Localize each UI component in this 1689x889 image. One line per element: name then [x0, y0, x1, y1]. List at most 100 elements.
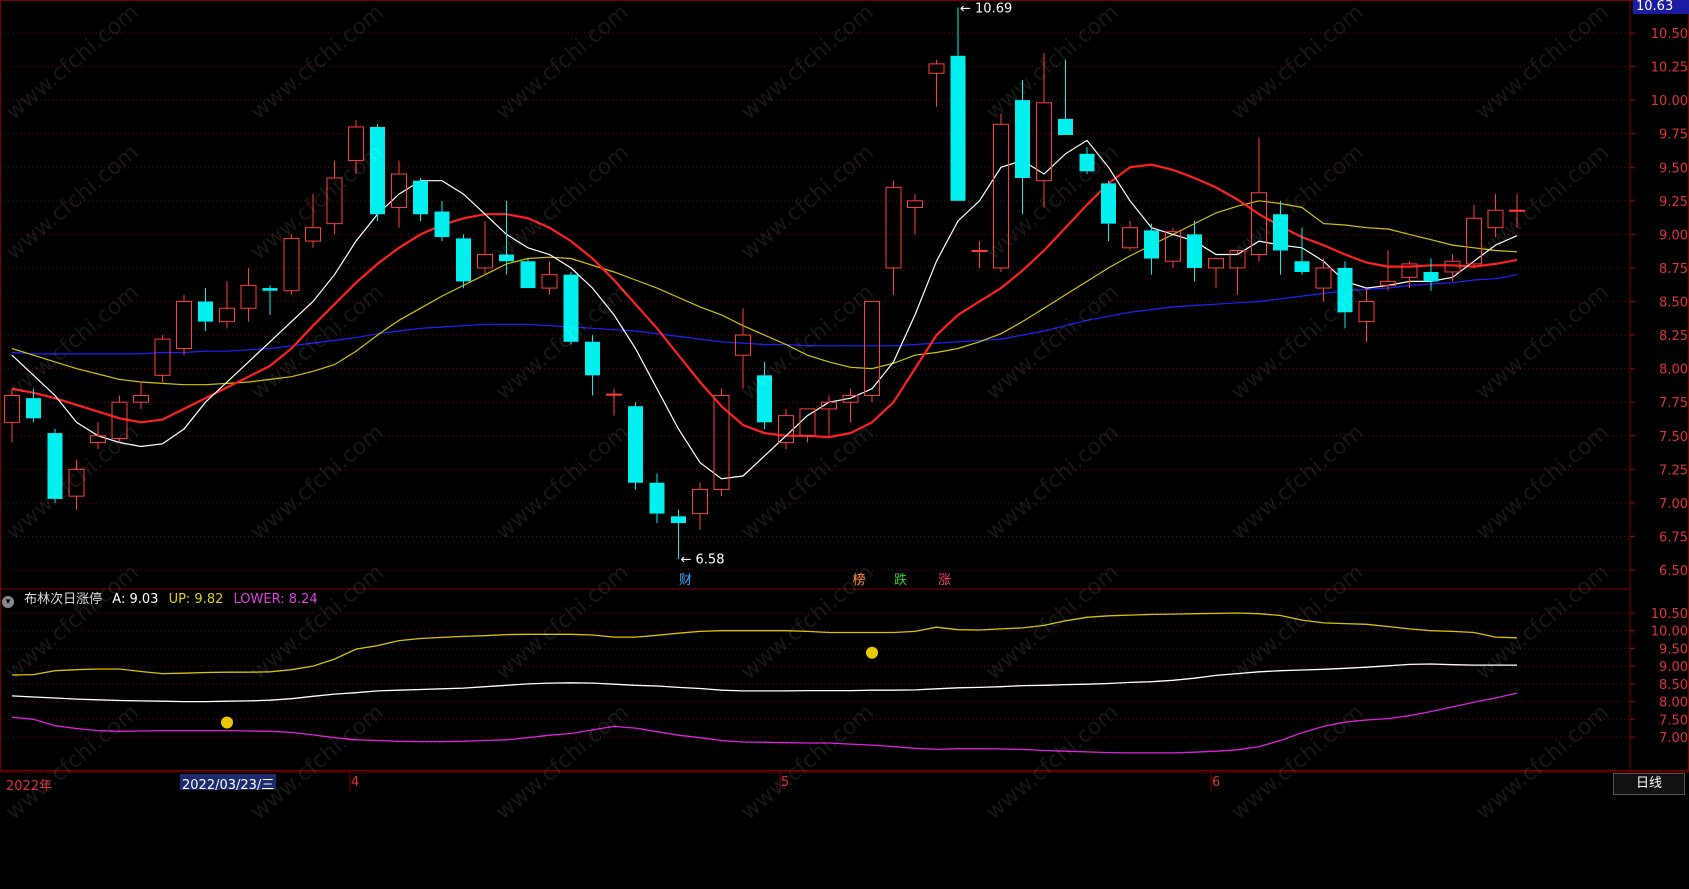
candle-body	[348, 126, 364, 162]
candle-body	[47, 433, 63, 499]
candle-body	[154, 338, 171, 376]
candle-body	[1187, 234, 1202, 268]
candle-body	[1315, 267, 1332, 289]
x-month-4: 4	[351, 775, 360, 790]
candle-body	[692, 488, 708, 515]
y-tick-label: 8.00	[1659, 696, 1688, 711]
candle-body	[1509, 209, 1525, 212]
y-tick-label: 9.25	[1659, 195, 1688, 210]
y-tick-label: 7.75	[1659, 396, 1688, 411]
y-tick-label: 9.00	[1659, 228, 1688, 243]
indicator-header: ▾ 布林次日涨停 A: 9.03 UP: 9.82 LOWER: 8.24	[2, 588, 324, 608]
candle-body	[262, 288, 278, 291]
price-tag: 10.63	[1633, 0, 1689, 14]
candle-body	[198, 301, 213, 322]
candle-body	[885, 186, 902, 269]
candle-body	[90, 435, 106, 443]
y-tick-label: 6.75	[1659, 530, 1688, 545]
candle-body	[735, 334, 751, 356]
candle-body	[1101, 183, 1116, 224]
event-marker: 跌	[894, 572, 907, 588]
candle-body	[907, 200, 923, 209]
candle-body	[757, 375, 772, 423]
chart-canvas: 10.50 10.25 10.00 9.75 9.50 9.25 9.00 8.75 8.50 8…	[0, 0, 1689, 792]
candle-body	[1058, 118, 1073, 136]
candle-body	[283, 237, 300, 292]
y-tick-label: 7.50	[1659, 430, 1688, 445]
candle-body	[1487, 209, 1504, 229]
candle-body	[928, 63, 945, 74]
y-tick-label: 7.00	[1659, 731, 1688, 746]
indicator-toggle-icon[interactable]: ▾	[2, 596, 14, 608]
candle-body	[1144, 230, 1159, 259]
y-tick-label: 9.75	[1659, 128, 1688, 143]
candle-body	[26, 398, 41, 419]
candle-body	[606, 393, 622, 396]
event-marker: 榜	[852, 572, 865, 588]
candle-body	[778, 415, 794, 443]
signal-smiley-icon	[866, 646, 878, 659]
y-tick-label: 10.00	[1651, 625, 1688, 640]
y-tick-label: 8.50	[1659, 678, 1688, 693]
y-tick-label: 6.50	[1659, 564, 1688, 579]
y-tick-label: 10.25	[1651, 61, 1688, 76]
candle-body	[950, 55, 966, 201]
candle-body	[1015, 100, 1030, 178]
candle-body	[326, 177, 343, 225]
candle-body	[456, 238, 471, 282]
y-tick-label: 9.00	[1659, 660, 1688, 675]
candle-body	[499, 254, 514, 262]
candle-body	[434, 211, 450, 238]
candle-body	[585, 341, 600, 376]
indicator-up-value: UP: 9.82	[168, 592, 224, 607]
candle-body	[1273, 214, 1288, 251]
indicator-name: 布林次日涨停	[24, 592, 103, 607]
candle-body	[1358, 301, 1375, 323]
candle-body	[133, 394, 149, 403]
y-tick-label: 9.50	[1659, 161, 1688, 176]
candle-body	[1122, 227, 1138, 249]
boll-mid-line	[11, 663, 1517, 703]
ma60-line	[11, 274, 1518, 355]
candle-body	[1079, 153, 1095, 172]
candle-body	[240, 284, 257, 309]
candle-body	[671, 516, 686, 524]
x-month-6: 6	[1212, 775, 1221, 790]
candle-body	[477, 254, 493, 269]
stock-chart: 10.50 10.25 10.00 9.75 9.50 9.25 9.00 8.75 8.50 8…	[0, 0, 1689, 885]
candle-body	[219, 307, 235, 323]
y-tick-label: 8.50	[1659, 296, 1688, 311]
candle-body	[649, 482, 665, 514]
y-tick-label: 8.75	[1659, 262, 1688, 277]
y-tick-label: 8.25	[1659, 329, 1688, 344]
candle-body	[1294, 261, 1310, 272]
candle-body	[520, 261, 536, 289]
candle-body	[68, 468, 85, 497]
low-price-label: ← 6.58	[681, 552, 725, 567]
y-tick-label: 7.50	[1659, 713, 1688, 728]
candle-body	[971, 249, 988, 252]
event-marker: 财	[679, 573, 692, 588]
y-tick-label: 10.00	[1651, 94, 1688, 109]
candle-body	[993, 123, 1009, 269]
y-tick-label: 9.50	[1659, 642, 1688, 657]
y-tick-label: 8.00	[1659, 363, 1688, 378]
chart-frame	[0, 0, 1689, 771]
candle-body	[413, 180, 428, 215]
x-cursor-date: 2022/03/23/三	[180, 774, 277, 793]
indicator-a-value: A: 9.03	[112, 592, 159, 607]
event-marker: 涨	[938, 573, 951, 588]
indicator-lower-value: LOWER: 8.24	[233, 592, 318, 607]
candle-body	[370, 126, 385, 215]
y-tick-label: 7.00	[1659, 497, 1688, 512]
signal-smiley-icon	[221, 716, 233, 729]
candle-body	[1208, 258, 1224, 269]
candle-body	[1337, 267, 1353, 313]
candle-body	[541, 274, 558, 289]
high-price-label: ← 10.69	[960, 1, 1012, 16]
candle-body	[4, 394, 20, 423]
period-selector[interactable]: 日线	[1613, 773, 1685, 795]
candle-body	[563, 274, 579, 342]
candle-body	[1423, 271, 1439, 282]
ma20-line	[11, 200, 1518, 386]
